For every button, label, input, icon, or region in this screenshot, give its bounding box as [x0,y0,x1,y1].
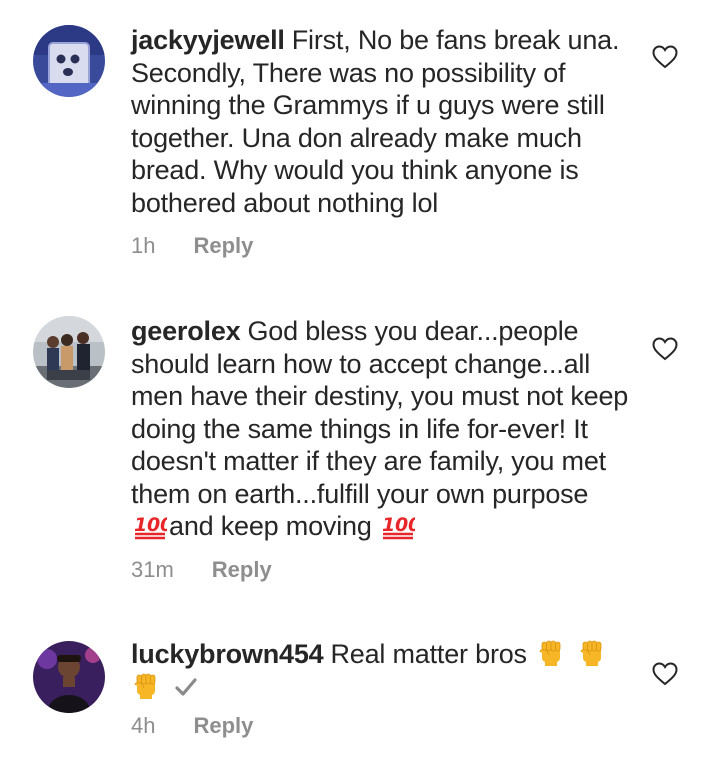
reply-button[interactable]: Reply [193,713,253,739]
comment-text: jackyyjewell First, No be fans break una.… [131,24,631,219]
comment-text: geerolex God bless you dear...people shou… [131,315,631,543]
person-photo-avatar-icon [33,641,105,713]
timestamp: 4h [131,713,156,738]
100-emoji-icon: 100 [134,514,167,540]
avatar[interactable] [33,25,105,97]
heart-icon[interactable] [652,45,678,69]
raised-fist-emoji-icon [539,640,561,666]
raised-fist-emoji-icon [581,640,602,666]
check-mark-emoji-icon [175,677,197,696]
ghost-avatar-icon [33,25,105,97]
reply-button[interactable]: Reply [193,233,253,259]
svg-text:100: 100 [382,514,415,536]
timestamp: 31m [131,556,174,582]
comment-text: luckybrown454 Real matter bros [131,638,631,703]
heart-icon[interactable] [652,662,678,686]
username-link[interactable]: geerolex [131,316,241,346]
comment-meta: 4h Reply [131,713,631,739]
avatar[interactable] [33,641,105,713]
username-link[interactable]: luckybrown454 [131,639,324,669]
svg-text:100: 100 [134,514,167,536]
comment-body: and keep moving [169,511,379,541]
avatar[interactable] [33,316,105,388]
raised-fist-emoji-icon [134,673,156,699]
group-photo-avatar-icon [33,316,105,388]
comment-meta: 1h Reply [131,233,631,259]
100-emoji-icon: 100 [382,514,415,540]
timestamp: 1h [131,233,156,258]
username-link[interactable]: jackyyjewell [131,25,285,55]
reply-button[interactable]: Reply [212,557,272,583]
comment-body: Real matter bros [330,639,527,669]
heart-icon[interactable] [652,337,678,361]
comment-meta: 31m Reply [131,557,631,583]
